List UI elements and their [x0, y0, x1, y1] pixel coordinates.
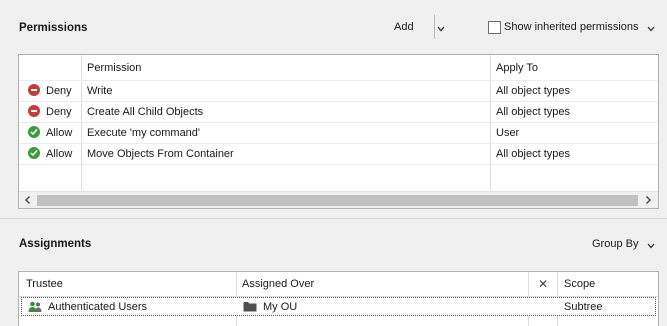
trustee-column-header[interactable]: Trustee	[26, 278, 63, 290]
scroll-right-arrow-icon[interactable]	[642, 194, 654, 206]
permission-apply-to: All object types	[496, 148, 570, 160]
add-split-separator	[434, 15, 435, 39]
scroll-left-arrow-icon[interactable]	[22, 194, 34, 206]
permission-status: Deny	[46, 85, 72, 97]
permissions-assignments-panel: Permissions Add Show inherited permissio…	[0, 0, 667, 326]
trustee-name: Authenticated Users	[48, 301, 148, 313]
add-dropdown-chevron-icon[interactable]	[437, 25, 445, 33]
permission-row[interactable]: Allow Execute 'my command' User	[19, 122, 658, 143]
horizontal-scrollbar[interactable]	[19, 191, 658, 208]
show-inherited-checkbox[interactable]	[488, 21, 501, 34]
permission-status: Allow	[46, 127, 73, 139]
allow-icon	[28, 126, 40, 138]
assignments-header: Assignments Group By	[0, 226, 667, 262]
assigned-over-column-header[interactable]: Assigned Over	[242, 278, 314, 290]
scrollbar-thumb[interactable]	[37, 195, 638, 206]
permissions-grid: Permission Apply To Deny Write All objec…	[18, 54, 659, 209]
deny-icon	[28, 105, 40, 117]
allow-icon	[28, 147, 40, 159]
apply-to-column-header[interactable]: Apply To	[496, 62, 538, 74]
permission-name: Execute 'my command'	[87, 127, 201, 139]
assignment-scope: Subtree	[564, 301, 603, 313]
users-icon	[28, 301, 42, 312]
group-by-button[interactable]: Group By	[592, 238, 638, 250]
permission-status: Allow	[46, 148, 73, 160]
permission-row[interactable]: Deny Write All object types	[19, 80, 658, 101]
permission-name: Move Objects From Container	[87, 148, 234, 160]
assignment-row[interactable]: Authenticated Users My OU Subtree	[21, 297, 656, 316]
permission-name: Create All Child Objects	[87, 106, 204, 118]
deny-icon	[28, 84, 40, 96]
group-by-chevron-icon[interactable]	[647, 242, 655, 250]
permission-status: Deny	[46, 106, 72, 118]
permission-name: Write	[87, 85, 113, 97]
assigned-over-name: My OU	[263, 301, 298, 313]
permission-column-header[interactable]: Permission	[87, 62, 141, 74]
permission-row[interactable]: Allow Move Objects From Container All ob…	[19, 143, 658, 164]
assignments-grid: Trustee Assigned Over ✕ Scope Authentica…	[18, 271, 659, 326]
clear-filter-icon[interactable]: ✕	[538, 277, 548, 291]
assignments-title: Assignments	[19, 238, 92, 250]
permissions-header: Permissions Add Show inherited permissio…	[0, 10, 667, 46]
section-divider	[0, 218, 667, 219]
scope-column-header[interactable]: Scope	[564, 278, 595, 290]
permission-apply-to: All object types	[496, 106, 570, 118]
add-button[interactable]: Add	[394, 21, 414, 33]
permission-apply-to: All object types	[496, 85, 570, 97]
permissions-title: Permissions	[19, 22, 88, 34]
permissions-options-chevron-icon[interactable]	[647, 25, 655, 33]
permission-row[interactable]: Deny Create All Child Objects All object…	[19, 101, 658, 122]
row-line	[19, 164, 658, 165]
folder-icon	[243, 302, 257, 312]
permission-apply-to: User	[496, 127, 520, 139]
show-inherited-label[interactable]: Show inherited permissions	[504, 21, 639, 33]
